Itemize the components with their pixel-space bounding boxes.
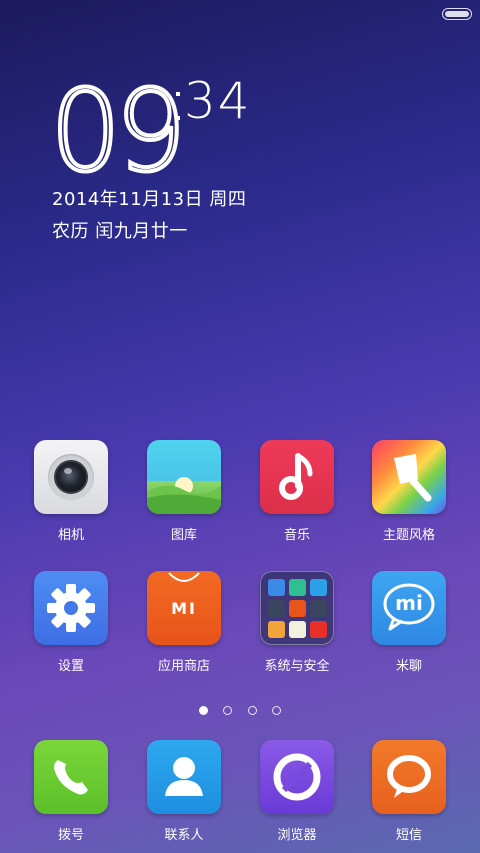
app-camera[interactable]: 相机 bbox=[16, 440, 126, 543]
app-label: 浏览器 bbox=[277, 828, 317, 843]
app-label: 图库 bbox=[170, 528, 197, 543]
app-label: 系统与安全 bbox=[264, 659, 330, 674]
dock-phone[interactable]: 拨号 bbox=[16, 740, 126, 843]
app-store-icon: MI bbox=[147, 571, 221, 645]
sms-icon bbox=[372, 740, 446, 814]
page-indicator[interactable] bbox=[0, 700, 480, 719]
app-label: 主题风格 bbox=[382, 528, 435, 543]
app-label: 应用商店 bbox=[157, 659, 210, 674]
app-label: 联系人 bbox=[164, 828, 204, 843]
contacts-icon bbox=[147, 740, 221, 814]
tool-mini-icon bbox=[310, 600, 327, 617]
camera-icon bbox=[34, 440, 108, 514]
page-dot-1[interactable] bbox=[199, 706, 209, 715]
app-mitalk[interactable]: mi 米聊 bbox=[354, 571, 464, 674]
page-dot-3[interactable] bbox=[247, 706, 257, 715]
page-dot-2[interactable] bbox=[223, 706, 233, 715]
wps-mini-icon bbox=[310, 621, 327, 638]
app-gallery[interactable]: 图库 bbox=[129, 440, 239, 543]
app-music[interactable]: 音乐 bbox=[242, 440, 352, 543]
mitalk-text: mi bbox=[395, 591, 423, 615]
folder-icon bbox=[260, 571, 334, 645]
app-label: 短信 bbox=[395, 828, 422, 843]
mitalk-icon: mi bbox=[372, 571, 446, 645]
folder-system-security[interactable]: 系统与安全 bbox=[242, 571, 352, 674]
store-logo-text: MI bbox=[171, 599, 197, 618]
app-label: 拨号 bbox=[57, 828, 84, 843]
dock-sms[interactable]: 短信 bbox=[354, 740, 464, 843]
page-dot-4[interactable] bbox=[271, 706, 281, 715]
music-icon bbox=[260, 440, 334, 514]
dock-contacts[interactable]: 联系人 bbox=[129, 740, 239, 843]
theme-brush-icon bbox=[372, 440, 446, 514]
gallery-icon bbox=[147, 440, 221, 514]
app-label: 设置 bbox=[57, 659, 84, 674]
mi-mini-icon bbox=[289, 600, 306, 617]
phone-icon bbox=[34, 740, 108, 814]
app-label: 音乐 bbox=[283, 528, 310, 543]
app-settings[interactable]: 设置 bbox=[16, 571, 126, 674]
cloud-mini-icon bbox=[268, 579, 285, 596]
map-mini-icon bbox=[289, 621, 306, 638]
settings-gear-icon bbox=[34, 571, 108, 645]
face-mini-icon bbox=[268, 621, 285, 638]
app-label: 米聊 bbox=[395, 659, 422, 674]
app-label: 相机 bbox=[57, 528, 84, 543]
home-grid: 相机 图库 音乐 主题风格 设置 MI 应用商店 系统与安全 mi 米聊 拨号 … bbox=[0, 0, 480, 853]
app-store[interactable]: MI 应用商店 bbox=[129, 571, 239, 674]
play-mini-icon bbox=[310, 579, 327, 596]
browser-icon bbox=[260, 740, 334, 814]
shield-mini-icon bbox=[289, 579, 306, 596]
dock-browser[interactable]: 浏览器 bbox=[242, 740, 352, 843]
app-theme[interactable]: 主题风格 bbox=[354, 440, 464, 543]
mic-mini-icon bbox=[268, 600, 285, 617]
